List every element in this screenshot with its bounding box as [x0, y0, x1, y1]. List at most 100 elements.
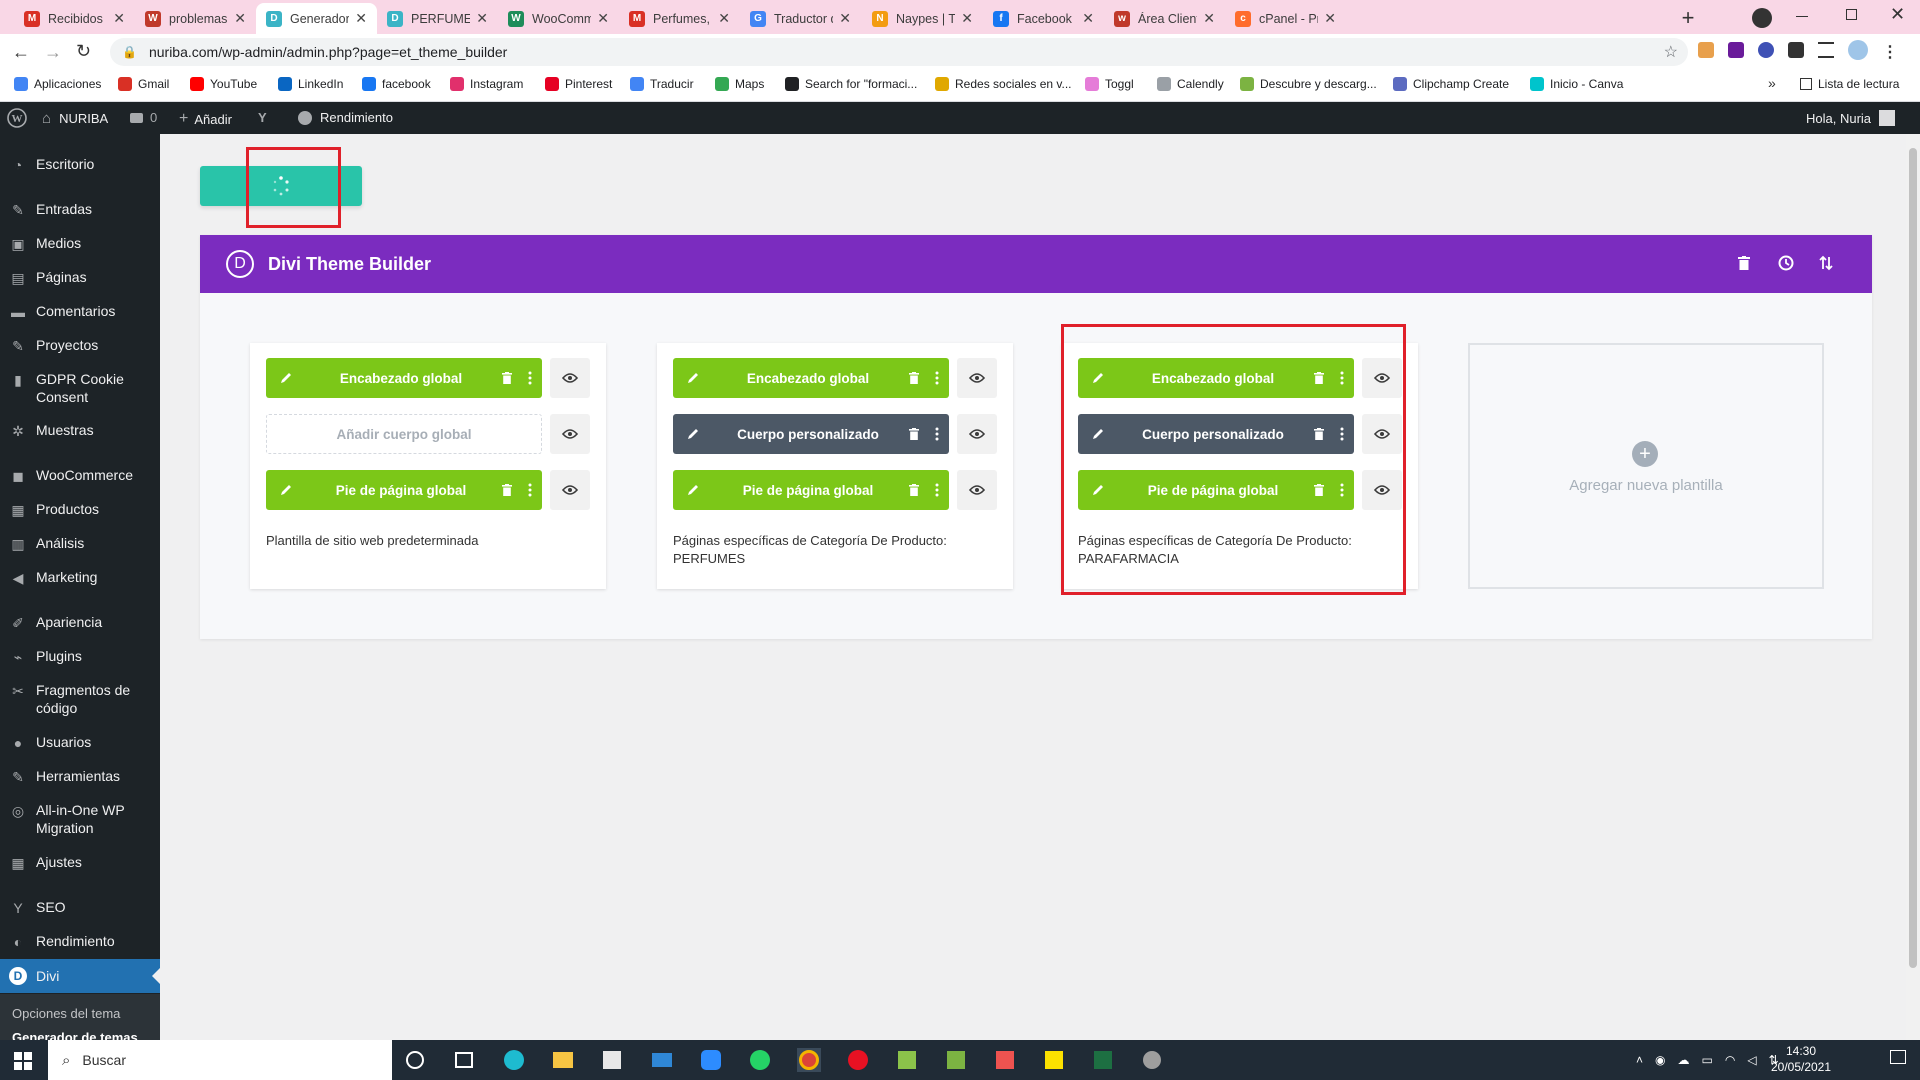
media-player-icon[interactable] [846, 1048, 870, 1072]
address-bar[interactable]: 🔒 nuriba.com/wp-admin/admin.php?page=et_… [110, 38, 1688, 66]
global-header-layout[interactable]: Encabezado global [673, 358, 949, 398]
excel-icon[interactable] [1091, 1048, 1115, 1072]
comments-link[interactable]: 0 [130, 110, 157, 125]
sidebar-item[interactable]: Y SEO [0, 898, 160, 917]
edge-icon[interactable] [502, 1048, 526, 1072]
browser-tab[interactable]: Wproblemas con c ✕ [135, 3, 256, 34]
portability-icon[interactable] [1818, 255, 1834, 271]
sidebar-item[interactable]: ◀ Marketing [0, 568, 160, 587]
zoom-icon[interactable] [699, 1048, 723, 1072]
tab-close-icon[interactable]: ✕ [718, 10, 730, 27]
forward-icon[interactable]: → [44, 42, 62, 63]
more-bookmarks-button[interactable]: » [1768, 75, 1776, 91]
browser-tab[interactable]: M Recibidos (1) - n ✕ [14, 3, 135, 34]
extension-icon[interactable] [1728, 42, 1744, 58]
visibility-eye-icon[interactable] [550, 358, 590, 398]
battery-icon[interactable]: ▭ [1702, 1053, 1713, 1067]
add-global-body-button[interactable]: Añadir cuerpo global [266, 414, 542, 454]
bookmark-item[interactable]: Traducir [630, 77, 694, 91]
new-tab-button[interactable]: + [1674, 5, 1702, 31]
bookmark-item[interactable]: Instagram [450, 77, 523, 91]
trash-icon[interactable] [903, 372, 925, 384]
bookmark-item[interactable]: Calendly [1157, 77, 1224, 91]
global-footer-layout[interactable]: Pie de página global [266, 470, 542, 510]
tab-close-icon[interactable]: ✕ [839, 10, 851, 27]
edit-icon[interactable] [673, 371, 713, 385]
task-view-icon[interactable] [452, 1048, 476, 1072]
edit-icon[interactable] [266, 371, 306, 385]
taskbar-clock[interactable]: 14:30 20/05/2021 [1766, 1043, 1836, 1075]
tab-close-icon[interactable]: ✕ [597, 10, 609, 27]
app-icon[interactable] [1140, 1048, 1164, 1072]
bookmark-item[interactable]: Clipchamp Create [1393, 77, 1509, 91]
more-options-icon[interactable] [925, 483, 949, 497]
tab-close-icon[interactable]: ✕ [1324, 10, 1336, 27]
volume-icon[interactable]: ◁ [1747, 1053, 1756, 1067]
browser-tab[interactable]: M Perfumes, cosm ✕ [619, 3, 740, 34]
bookmark-item[interactable]: Gmail [118, 77, 169, 91]
bookmark-item[interactable]: Pinterest [545, 77, 612, 91]
sidebar-item[interactable]: ▤ Páginas [0, 268, 160, 287]
scrollbar-thumb[interactable] [1909, 148, 1917, 968]
more-options-icon[interactable] [518, 483, 542, 497]
tab-close-icon[interactable]: ✕ [234, 10, 246, 27]
tab-close-icon[interactable]: ✕ [355, 10, 367, 27]
global-footer-layout[interactable]: Pie de página global [673, 470, 949, 510]
more-options-icon[interactable] [925, 371, 949, 385]
reading-list-icon[interactable] [1818, 42, 1834, 58]
sidebar-item[interactable]: ◐ Rendimiento [0, 932, 160, 951]
app-icon[interactable] [895, 1048, 919, 1072]
extension-icon[interactable] [1758, 42, 1774, 58]
custom-body-layout[interactable]: Cuerpo personalizado [673, 414, 949, 454]
sidebar-item[interactable]: ▦ Productos [0, 500, 160, 519]
browser-tab[interactable]: N Naypes | Tienda ✕ [862, 3, 983, 34]
browser-tab[interactable]: f Facebook ✕ [983, 3, 1104, 34]
browser-tab[interactable]: D Generador de te ✕ [256, 3, 377, 34]
visibility-eye-icon[interactable] [550, 414, 590, 454]
browser-tab[interactable]: G Traductor de Go ✕ [740, 3, 861, 34]
onedrive-icon[interactable]: ☁ [1678, 1053, 1690, 1067]
minimize-button[interactable] [1796, 16, 1808, 17]
site-name-link[interactable]: ⌂ NURIBA [42, 110, 108, 127]
file-explorer-icon[interactable] [551, 1048, 575, 1072]
visibility-eye-icon[interactable] [957, 358, 997, 398]
trash-icon[interactable] [903, 428, 925, 440]
sidebar-item[interactable]: ✂ Fragmentos de código [0, 681, 160, 717]
extension-icon[interactable] [1698, 42, 1714, 58]
sidebar-item[interactable]: D Divi [0, 959, 160, 993]
chrome-icon[interactable] [797, 1048, 821, 1072]
edit-icon[interactable] [266, 483, 306, 497]
tab-search-icon[interactable] [1752, 8, 1772, 28]
performance-link[interactable]: Rendimiento [298, 110, 393, 125]
bookmark-item[interactable]: Toggl [1085, 77, 1134, 91]
sidebar-item[interactable]: ◎ All-in-One WP Migration [0, 801, 160, 837]
profile-avatar[interactable] [1848, 40, 1868, 60]
tab-close-icon[interactable]: ✕ [961, 10, 973, 27]
bookmark-item[interactable]: Inicio - Canva [1530, 77, 1623, 91]
sidebar-item[interactable]: ✎ Proyectos [0, 336, 160, 355]
visibility-eye-icon[interactable] [957, 470, 997, 510]
trash-icon[interactable] [903, 484, 925, 496]
more-options-icon[interactable] [518, 371, 542, 385]
camera-icon[interactable]: ◉ [1655, 1053, 1665, 1067]
cortana-icon[interactable] [403, 1048, 427, 1072]
sidebar-item[interactable]: ◔ Escritorio [0, 155, 160, 174]
visibility-eye-icon[interactable] [957, 414, 997, 454]
back-icon[interactable]: ← [12, 42, 30, 63]
store-icon[interactable] [600, 1048, 624, 1072]
sidebar-item[interactable]: ✎ Entradas [0, 200, 160, 219]
delete-all-icon[interactable] [1738, 256, 1750, 270]
user-menu[interactable]: Hola, Nuria [1806, 110, 1896, 126]
sidebar-item[interactable]: ● Usuarios [0, 733, 160, 752]
tab-close-icon[interactable]: ✕ [1082, 10, 1094, 27]
bookmark-item[interactable]: Maps [715, 77, 764, 91]
tab-close-icon[interactable]: ✕ [1203, 10, 1215, 27]
sidebar-item[interactable]: ▬ Comentarios [0, 302, 160, 321]
submenu-theme-options[interactable]: Opciones del tema [12, 1006, 120, 1021]
bookmark-item[interactable]: Descubre y descarg... [1240, 77, 1377, 91]
global-header-layout[interactable]: Encabezado global [266, 358, 542, 398]
reload-icon[interactable]: ↻ [76, 41, 91, 62]
wifi-icon[interactable]: ◠ [1725, 1053, 1735, 1067]
add-template-card[interactable]: + Agregar nueva plantilla [1468, 343, 1824, 589]
bookmark-item[interactable]: LinkedIn [278, 77, 343, 91]
